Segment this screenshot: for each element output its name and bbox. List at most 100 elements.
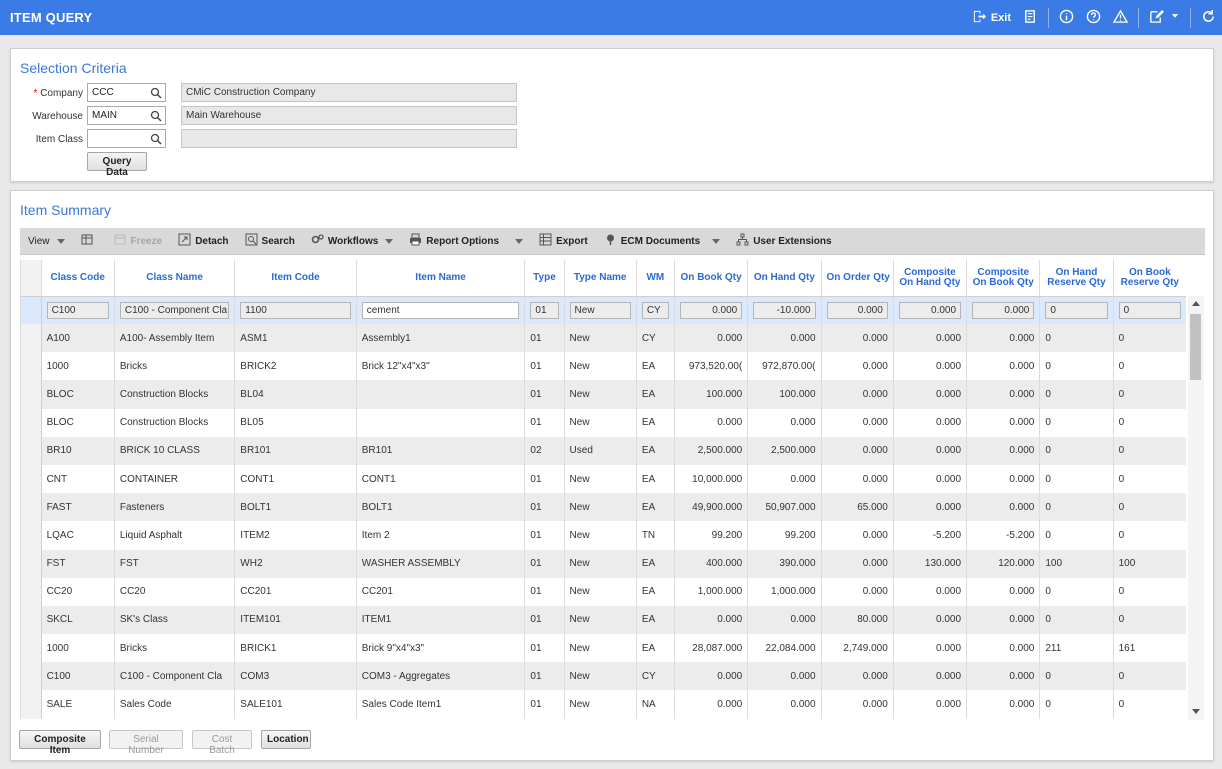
filter-input[interactable]: 0	[1118, 301, 1181, 319]
table-cell: EA	[636, 464, 675, 494]
table-cell: 1000	[41, 352, 115, 381]
row-selector[interactable]	[21, 521, 42, 550]
filter-input[interactable]: C100 - Component Cla	[119, 301, 230, 319]
location-button[interactable]: Location	[261, 730, 311, 749]
table-cell: 130.000	[893, 549, 968, 578]
user-extensions-button[interactable]: User Extensions	[728, 233, 839, 249]
row-selector[interactable]	[21, 380, 42, 409]
search-icon[interactable]	[150, 133, 162, 145]
column-header[interactable]: WM	[636, 260, 675, 297]
table-row[interactable]: CC20 CC20 CC201 CC201 01 New EA 1,000.000 1,000.…	[21, 577, 1186, 606]
table-row[interactable]: BLOC Construction Blocks BL04 01 New EA 100.00…	[21, 380, 1186, 409]
table-row[interactable]: FST FST WH2 WASHER ASSEMBLY 01 New EA 400.000 39…	[21, 549, 1186, 578]
search-icon[interactable]	[150, 110, 162, 122]
row-selector[interactable]	[21, 577, 42, 606]
column-header[interactable]: On Hand Qty	[747, 260, 822, 297]
columns-button[interactable]	[73, 233, 106, 249]
filter-input[interactable]: CY	[641, 301, 669, 319]
filter-input[interactable]: C100	[46, 301, 109, 319]
query-data-button[interactable]: Query Data	[87, 152, 147, 178]
scrollbar-thumb[interactable]	[1190, 314, 1201, 380]
warehouse-field[interactable]: MAIN	[87, 106, 166, 125]
filter-input[interactable]: 0.000	[898, 301, 962, 319]
divider	[1138, 7, 1139, 28]
info-button[interactable]	[1059, 9, 1074, 27]
title-bar: ITEM QUERY Exit	[0, 0, 1222, 35]
serial-number-button[interactable]: Serial Number	[109, 730, 183, 756]
table-cell: Assembly1	[356, 324, 526, 353]
column-header[interactable]: Type	[524, 260, 565, 297]
row-selector[interactable]	[21, 408, 42, 437]
edit-menu-button[interactable]	[1149, 9, 1180, 27]
table-row[interactable]: FAST Fasteners BOLT1 BOLT1 01 New EA 49,900.000…	[21, 493, 1186, 522]
filter-input[interactable]: New	[569, 301, 631, 319]
column-header[interactable]: On Hand Reserve Qty	[1039, 260, 1114, 297]
table-cell: 0	[1113, 436, 1186, 465]
freeze-button[interactable]: Freeze	[106, 233, 171, 249]
filter-input[interactable]: 01	[530, 301, 559, 319]
row-selector[interactable]	[21, 634, 42, 663]
item-class-field[interactable]	[87, 129, 166, 148]
scroll-up-icon[interactable]	[1192, 301, 1200, 306]
column-header[interactable]: On Order Qty	[821, 260, 894, 297]
table-cell: C100 - Component Cla	[114, 662, 236, 691]
column-header[interactable]: Item Name	[356, 260, 526, 297]
column-header[interactable]: Class Code	[41, 260, 115, 297]
row-selector[interactable]	[21, 690, 42, 719]
print-button[interactable]	[1023, 9, 1038, 27]
row-selector[interactable]	[21, 662, 42, 691]
view-menu[interactable]: View	[20, 236, 73, 247]
ecm-documents-menu[interactable]: ECM Documents	[596, 233, 728, 249]
column-header[interactable]: Composite On Book Qty	[966, 260, 1041, 297]
table-row[interactable]: LQAC Liquid Asphalt ITEM2 Item 2 01 New TN 99.2…	[21, 521, 1186, 550]
company-field[interactable]: CCC	[87, 83, 166, 102]
filter-input[interactable]: cement	[361, 301, 520, 319]
table-row[interactable]: 1000 Bricks BRICK1 Brick 9"x4"x3" 01 New EA 28,…	[21, 634, 1186, 663]
report-options-menu[interactable]: Report Options	[401, 233, 531, 249]
row-selector[interactable]	[21, 296, 42, 324]
row-selector[interactable]	[21, 352, 42, 381]
filter-input[interactable]: 0	[1045, 301, 1108, 319]
filter-input[interactable]: -10.000	[753, 301, 816, 319]
table-row[interactable]: SKCL SK's Class ITEM101 ITEM1 01 New EA 0.000 0.…	[21, 605, 1186, 635]
row-selector[interactable]	[21, 464, 42, 494]
detach-button[interactable]: Detach	[170, 233, 236, 249]
table-cell: 973,520.00(	[674, 352, 749, 381]
table-row[interactable]: C100 C100 - Component Cla COM3 COM3 - Aggre…	[21, 662, 1186, 691]
column-header[interactable]: Composite On Hand Qty	[893, 260, 968, 297]
row-selector[interactable]	[21, 605, 42, 635]
composite-item-button[interactable]: Composite Item	[19, 730, 101, 756]
row-selector[interactable]	[21, 493, 42, 522]
search-icon[interactable]	[150, 87, 162, 99]
filter-input[interactable]: 0.000	[679, 301, 743, 319]
table-row[interactable]: SALE Sales Code SALE101 Sales Code Item1 01 N…	[21, 690, 1186, 719]
refresh-button[interactable]	[1201, 9, 1216, 27]
column-header[interactable]: Class Name	[114, 260, 236, 297]
table-cell: COM3 - Aggregates	[356, 662, 526, 691]
help-button[interactable]	[1086, 9, 1101, 27]
search-button[interactable]: Search	[237, 233, 303, 249]
column-header[interactable]: On Book Qty	[674, 260, 749, 297]
table-cell: 01	[524, 493, 565, 522]
column-header[interactable]: On Book Reserve Qty	[1113, 260, 1186, 297]
row-selector[interactable]	[21, 549, 42, 578]
table-row[interactable]: BR10 BRICK 10 CLASS BR101 BR101 02 Used EA 2,50…	[21, 436, 1186, 465]
filter-input[interactable]: 0.000	[826, 301, 888, 319]
exit-button[interactable]: Exit	[972, 9, 1011, 27]
vertical-scrollbar[interactable]	[1188, 296, 1204, 720]
scroll-down-icon[interactable]	[1192, 709, 1200, 714]
row-selector[interactable]	[21, 324, 42, 353]
workflows-menu[interactable]: Workflows	[303, 233, 401, 249]
table-row[interactable]: CNT CONTAINER CONT1 CONT1 01 New EA 10,000.000 0…	[21, 464, 1186, 494]
cost-batch-button[interactable]: Cost Batch	[192, 730, 252, 756]
column-header[interactable]: Item Code	[234, 260, 357, 297]
row-selector[interactable]	[21, 436, 42, 465]
table-row[interactable]: A100 A100- Assembly Item ASM1 Assembly1 01 Ne…	[21, 324, 1186, 353]
warning-button[interactable]	[1112, 9, 1129, 27]
table-row[interactable]: BLOC Construction Blocks BL05 01 New EA 0.000 0…	[21, 408, 1186, 437]
table-row[interactable]: 1000 Bricks BRICK2 Brick 12"x4"x3" 01 New EA 97…	[21, 352, 1186, 381]
filter-input[interactable]: 0.000	[972, 301, 1035, 319]
export-button[interactable]: Export	[531, 233, 596, 249]
column-header[interactable]: Type Name	[564, 260, 637, 297]
filter-input[interactable]: 1100	[240, 301, 351, 319]
